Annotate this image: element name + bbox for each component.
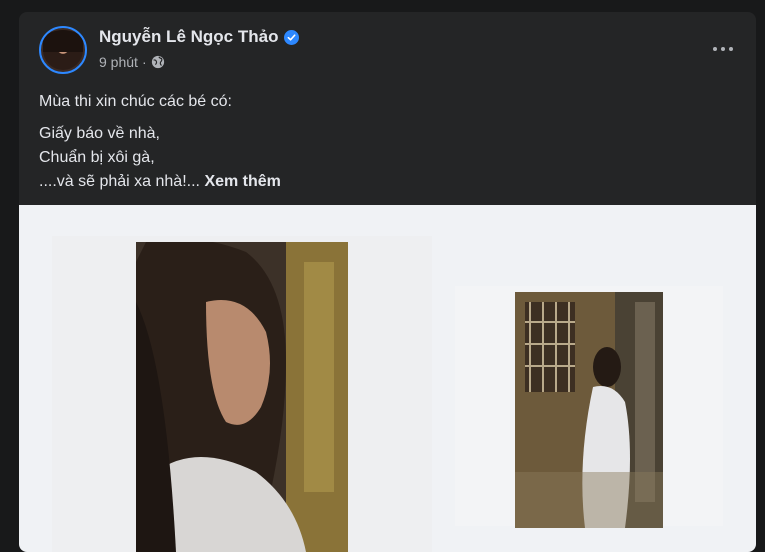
more-options-icon[interactable] [708,34,738,64]
more-dot [713,47,717,51]
caption-line: ....và sẽ phải xa nhà!... [39,173,200,190]
verified-badge-icon [284,29,300,45]
photo-full-length[interactable] [515,292,663,528]
caption-line: Giấy báo về nhà, [39,125,160,142]
see-more-link[interactable]: Xem thêm [204,173,280,190]
avatar[interactable] [39,26,87,74]
photo-portrait-closeup[interactable] [136,242,348,552]
author-name[interactable]: Nguyễn Lê Ngọc Thảo [99,27,278,47]
caption-line: Chuẩn bị xôi gà, [39,149,155,166]
caption-line-last: ....và sẽ phải xa nhà!... Xem thêm [39,170,281,194]
more-dot [721,47,725,51]
post-header: Nguyễn Lê Ngọc Thảo 9 phút · [19,12,756,84]
post-meta: 9 phút · [99,54,165,70]
post-text: Mùa thi xin chúc các bé có: Giấy báo về … [39,90,281,194]
post-time[interactable]: 9 phút [99,54,138,70]
meta-separator: · [141,54,147,70]
more-dot [729,47,733,51]
post-media[interactable] [19,205,756,552]
globe-icon[interactable] [151,55,165,69]
author-row: Nguyễn Lê Ngọc Thảo [99,27,300,47]
post-card: Nguyễn Lê Ngọc Thảo 9 phút · Mùa thi xin… [19,12,756,552]
caption-line: Mùa thi xin chúc các bé có: [39,93,232,110]
avatar-hair [43,30,83,52]
